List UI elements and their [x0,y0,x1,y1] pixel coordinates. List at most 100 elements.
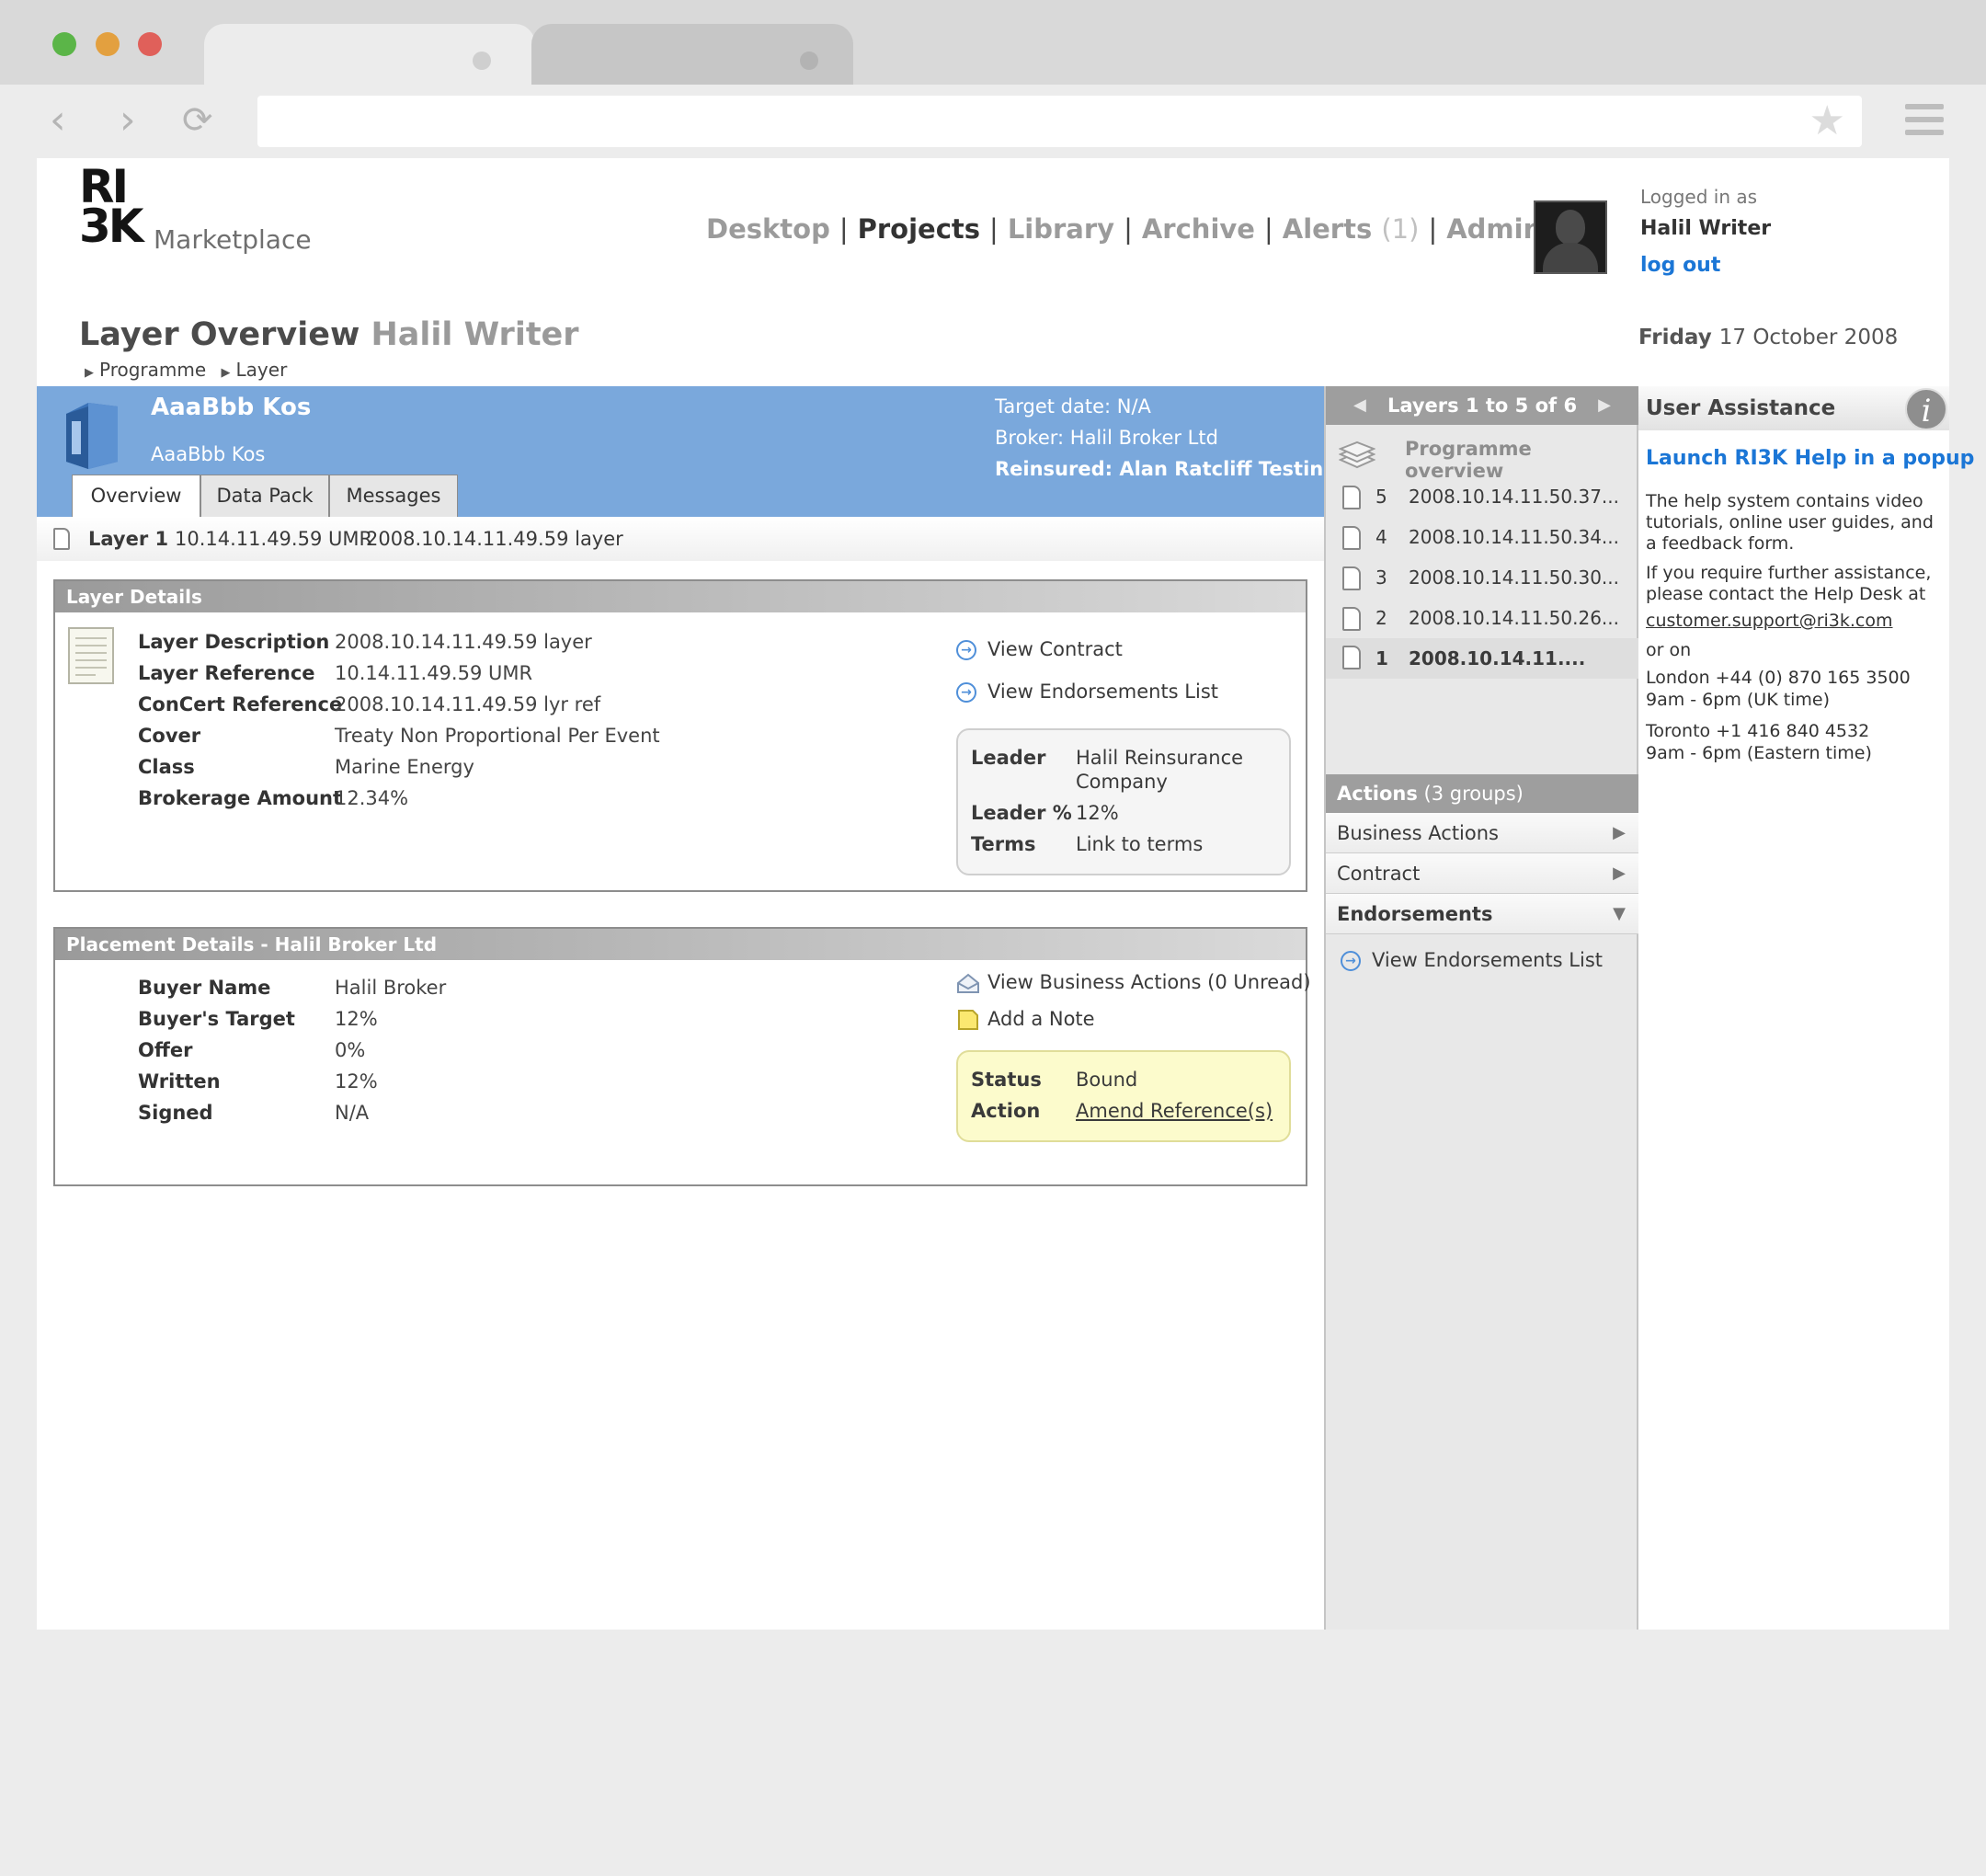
layer-label: Layer 1 [88,528,169,550]
browser-tab-active[interactable] [204,24,535,85]
box-value: Halil Reinsurance [1076,747,1244,769]
layer-details-panel: Layer Details Layer Description 2008.10.1… [53,579,1307,892]
field-label: Class [138,756,195,778]
browser-menu-icon[interactable] [1905,104,1944,137]
layers-sidebar: ◀ Layers 1 to 5 of 6 ▶ Programme overvie… [1324,386,1638,1630]
layer-strip: Layer 1 10.14.11.49.59 UMR 2008.10.14.11… [37,517,1324,561]
project-subname: AaaBbb Kos [151,443,266,465]
field-label: Layer Description [138,631,330,653]
layer-number: 3 [1375,566,1387,589]
forward-icon[interactable]: › [120,97,136,143]
layer-name: 2008.10.14.11.50.37... [1409,486,1620,508]
help-contact-text: If you require further assistance, pleas… [1646,563,1932,604]
note-icon [958,1010,978,1030]
breadcrumb: ▶ Programme ▶ Layer [85,359,287,381]
back-icon[interactable]: ‹ [50,97,66,143]
info-icon[interactable]: i [1905,388,1947,430]
layer-name: 2008.10.14.11.50.34... [1409,526,1620,548]
tab-close-icon[interactable] [800,51,818,70]
help-popup-link[interactable]: Launch RI3K Help in a popup [1646,447,1974,470]
field-value: 2008.10.14.11.49.59 layer [335,631,592,653]
layer-list-item-selected[interactable]: 1 2008.10.14.11.... [1326,638,1638,679]
field-value: 2008.10.14.11.49.59 lyr ref [335,693,601,715]
london-phone: London +44 (0) 870 165 3500 [1646,668,1911,688]
avatar-body-shape [1543,243,1598,272]
page-title: Layer Overview Halil Writer [79,316,579,353]
view-contract-link[interactable]: → View Contract [956,638,1123,660]
layer-list-item[interactable]: 3 2008.10.14.11.50.30... [1326,559,1638,596]
nav-admin[interactable]: Admin [1446,213,1542,245]
tab-overview[interactable]: Overview [72,475,200,517]
next-page-icon[interactable]: ▶ [1598,386,1611,425]
nav-projects[interactable]: Projects [858,213,980,245]
user-assistance-panel: User Assistance i Launch RI3K Help in a … [1638,386,1974,1630]
field-label: Layer Reference [138,662,315,684]
layer-name: 2008.10.14.11.50.26... [1409,607,1620,629]
date-day: Friday [1638,326,1712,349]
reload-icon[interactable]: ⟳ [182,97,213,143]
page: RI 3K Marketplace Desktop | Projects | Libra… [37,158,1974,1630]
address-bar[interactable]: ★ [257,96,1862,147]
arrow-circle-icon: → [956,640,976,660]
close-window-button[interactable] [138,32,162,56]
layer-list-item[interactable]: 5 2008.10.14.11.50.37... [1326,478,1638,515]
status-box: Status Bound Action Amend Reference(s) [956,1050,1291,1142]
prev-page-icon[interactable]: ◀ [1353,386,1366,425]
tab-messages[interactable]: Messages [329,475,458,517]
action-group-endorsements[interactable]: Endorsements ▼ [1326,894,1638,934]
box-label: Leader [971,747,1046,769]
field-value: N/A [335,1102,370,1124]
action-group-business-actions[interactable]: Business Actions ▶ [1326,813,1638,853]
logout-link[interactable]: log out [1640,254,1720,277]
field-label: Signed [138,1102,213,1124]
link-to-terms[interactable]: Link to terms [1076,833,1203,855]
document-icon [68,627,114,684]
layer-number: 1 [1375,647,1388,669]
breadcrumb-programme[interactable]: Programme [99,359,206,381]
nav-archive[interactable]: Archive [1142,213,1255,245]
programme-overview-link[interactable]: Programme overview [1405,438,1637,482]
nav-alerts[interactable]: Alerts (1) [1283,213,1420,245]
layer-list-item[interactable]: 4 2008.10.14.11.50.34... [1326,519,1638,555]
browser-tab-inactive[interactable] [531,24,853,85]
view-business-actions-link[interactable]: View Business Actions (0 Unread) [956,971,1311,994]
tab-close-icon[interactable] [473,51,491,70]
nav-desktop[interactable]: Desktop [706,213,830,245]
breadcrumb-arrow-icon: ▶ [221,366,231,380]
project-header: AaaBbb Kos AaaBbb Kos Target date: N/A B… [37,386,1337,517]
chevron-right-icon: ▶ [1613,823,1626,842]
action-group-contract[interactable]: Contract ▶ [1326,853,1638,894]
box-label: Action [971,1100,1041,1122]
support-email-link[interactable]: customer.support@ri3k.com [1646,611,1949,632]
minimize-window-button[interactable] [96,32,120,56]
avatar-head-shape [1556,210,1585,245]
link-label: Add a Note [987,1008,1095,1030]
ri3k-logo[interactable]: RI 3K [79,164,144,249]
alerts-count: (1) [1381,213,1420,245]
view-endorsements-action-link[interactable]: → View Endorsements List [1341,949,1603,971]
breadcrumb-layer[interactable]: Layer [236,359,288,381]
page-icon [1342,526,1361,550]
field-label: Offer [138,1039,193,1061]
tab-data-pack[interactable]: Data Pack [200,475,329,517]
page-icon [1342,646,1361,669]
nav-library[interactable]: Library [1008,213,1114,245]
reinsured-info: Reinsured: Alan Ratcliff Testing [995,458,1338,480]
action-group-label: Contract [1337,863,1421,885]
action-group-label: Endorsements [1337,903,1493,925]
bookmark-star-icon[interactable]: ★ [1809,97,1845,145]
assistance-title: User Assistance [1638,386,1949,430]
amend-references-link[interactable]: Amend Reference(s) [1076,1100,1273,1122]
layer-list-item[interactable]: 2 2008.10.14.11.50.26... [1326,600,1638,636]
maximize-window-button[interactable] [52,32,76,56]
view-endorsements-link[interactable]: → View Endorsements List [956,681,1218,703]
add-note-link[interactable]: Add a Note [956,1008,1095,1031]
leader-box: Leader Halil Reinsurance Company Leader … [956,728,1291,875]
field-label: Written [138,1070,221,1092]
layers-range-label: Layers 1 to 5 of 6 [1387,395,1578,417]
panel-title: Placement Details - Halil Broker Ltd [55,929,1306,960]
field-label: Buyer Name [138,977,271,999]
box-label: Leader % [971,802,1072,824]
broker-info: Broker: Halil Broker Ltd [995,427,1218,449]
layer-umr: 10.14.11.49.59 UMR [175,528,373,550]
